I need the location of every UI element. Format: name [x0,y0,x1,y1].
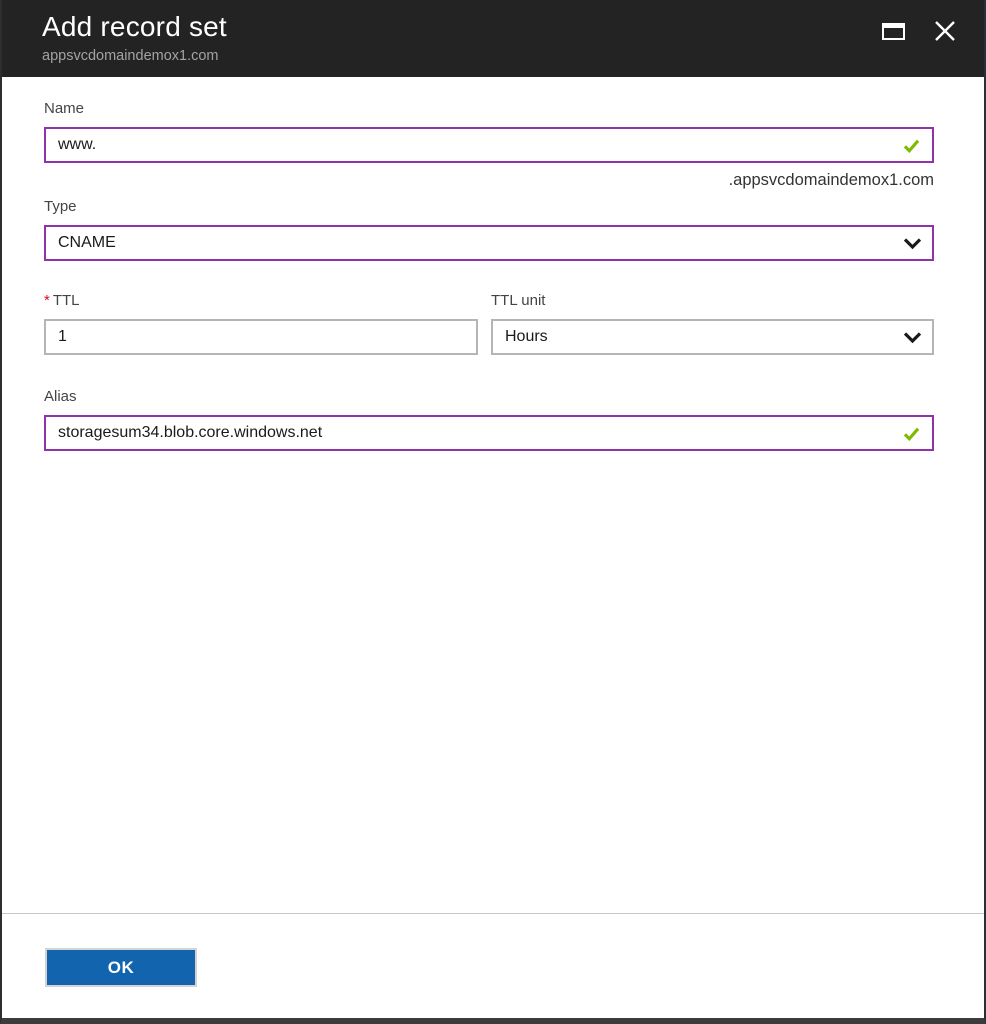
close-button[interactable] [930,18,960,44]
type-select[interactable]: CNAME [44,225,934,261]
page-subtitle: appsvcdomaindemox1.com [42,48,219,64]
ttl-label-text: TTL [52,292,80,309]
record-set-form: Name .appsvcdomaindemox1.com Type CNAME … [2,77,984,913]
ttl-input-wrapper [44,319,478,355]
domain-suffix-text: .appsvcdomaindemox1.com [728,171,934,189]
ttl-unit-select[interactable]: Hours [491,319,934,355]
name-input[interactable] [58,136,901,154]
valid-check-icon [903,139,920,153]
restore-window-button[interactable] [878,18,908,44]
blade-footer: OK [2,913,984,1018]
ok-button[interactable]: OK [45,948,197,987]
ttl-row: *TTL TTL unit Hours [44,292,934,355]
required-asterisk: * [44,292,50,309]
type-label: Type [44,198,77,215]
alias-input-wrapper [44,415,934,451]
alias-input[interactable] [58,424,901,442]
header-icons [878,18,960,44]
type-selected-value: CNAME [58,234,116,251]
blade-titles: Add record set appsvcdomaindemox1.com [42,10,227,66]
alias-label: Alias [44,388,77,405]
close-icon [935,21,955,41]
chevron-down-icon [903,237,922,249]
ttl-field: * TTL [44,292,478,355]
ttl-unit-field: TTL unit Hours [491,292,934,355]
chevron-down-icon [903,331,922,343]
valid-check-icon [903,427,920,441]
ttl-input[interactable] [58,328,466,346]
name-input-wrapper [44,127,934,163]
ttl-unit-selected-value: Hours [505,328,548,345]
restore-window-icon [881,22,905,40]
blade-header: Add record set appsvcdomaindemox1.com [2,0,984,77]
ttl-label: * TTL [44,292,478,310]
ttl-unit-label: TTL unit [491,292,546,309]
page-title: Add record set [42,11,227,42]
add-record-set-blade: Add record set appsvcdomaindemox1.com Na… [0,0,986,1024]
name-label: Name [44,100,85,117]
